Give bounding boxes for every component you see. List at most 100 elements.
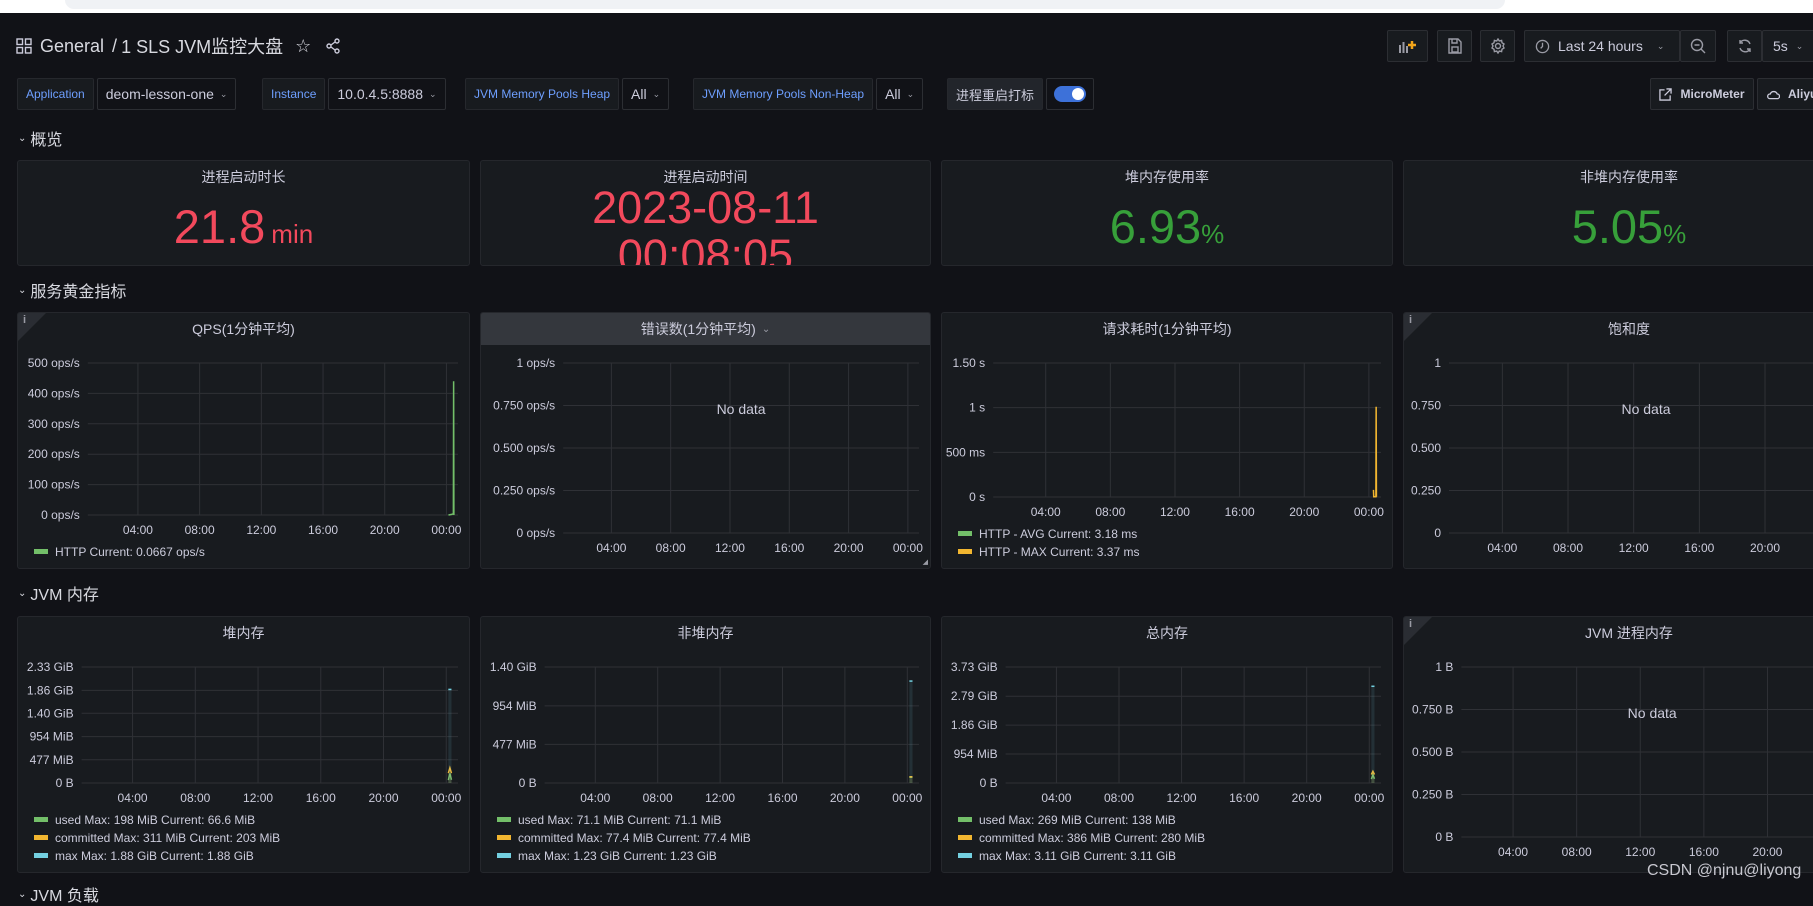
toggle-switch	[1054, 86, 1087, 102]
stat-number: 21.8	[173, 200, 266, 253]
watermark: CSDN @njnu@liyong	[1647, 862, 1802, 879]
stat-value: 5.05%	[1404, 199, 1813, 254]
x-tick-label: 12:00	[246, 523, 276, 537]
link-label: MicroMeter	[1680, 87, 1745, 101]
y-tick-label: 0.500	[1411, 441, 1441, 455]
resize-handle[interactable]: ◢	[923, 558, 928, 566]
time-range-label: Last 24 hours	[1558, 38, 1643, 54]
chevron-down-icon: ⌄	[1656, 40, 1665, 51]
share-icon[interactable]	[325, 38, 341, 54]
chevron-down-icon: ⌄	[18, 888, 27, 900]
star-icon[interactable]: ☆	[295, 36, 311, 57]
legend-label: HTTP - AVG Current: 3.18 ms	[979, 527, 1137, 541]
refresh-interval-label: 5s	[1773, 38, 1788, 54]
x-tick-label: 00:00	[1354, 505, 1384, 519]
legend-label: committed Max: 386 MiB Current: 280 MiB	[979, 831, 1205, 845]
x-tick-label: 16:00	[308, 523, 338, 537]
y-tick-label: 3.73 GiB	[951, 660, 998, 674]
row-jvm-load[interactable]: ⌄ JVM 负载	[18, 882, 99, 906]
stat-value-time: 00:08:05	[617, 230, 794, 266]
legend-label: HTTP - MAX Current: 3.37 ms	[979, 545, 1139, 559]
row-overview[interactable]: ⌄ 概览	[18, 126, 62, 150]
legend-swatch	[34, 817, 48, 822]
chart-panel[interactable]: 非堆内存 0 B 477 MiB 954 MiB 1.40 GiB 04:00 08:00 1…	[480, 616, 931, 873]
breadcrumb-folder[interactable]: General	[40, 36, 104, 57]
y-tick-label: 1 ops/s	[516, 356, 555, 370]
y-tick-label: 500 ops/s	[28, 356, 80, 370]
y-tick-label: 1.86 GiB	[951, 718, 998, 732]
legend-swatch	[34, 835, 48, 840]
y-tick-label: 954 MiB	[30, 730, 74, 744]
chart-panel[interactable]: 饱和度 i 0 0.250 0.500 0.750 1 04:00 08:00 12:00 16:0…	[1403, 312, 1813, 569]
cloud-icon	[1767, 90, 1780, 100]
y-tick-label: 0.250 B	[1412, 788, 1453, 802]
variable-label: Instance	[262, 78, 326, 110]
add-panel-icon	[1398, 41, 1416, 53]
y-tick-label: 1.40 GiB	[27, 706, 74, 720]
link-micrometer[interactable]: MicroMeter	[1650, 78, 1754, 110]
x-tick-label: 00:00	[892, 791, 922, 805]
refresh-interval-picker[interactable]: 5s ⌄	[1762, 30, 1813, 62]
x-tick-label: 20:00	[834, 541, 864, 555]
x-tick-label: 08:00	[1095, 505, 1125, 519]
browser-chrome	[0, 0, 1813, 13]
zoom-out-button[interactable]	[1680, 30, 1716, 62]
x-tick-label: 12:00	[715, 541, 745, 555]
x-tick-label: 08:00	[1553, 541, 1583, 555]
row-jvm-memory[interactable]: ⌄ JVM 内存	[18, 581, 99, 605]
variable-application: Application deom-lesson-one ⌄	[17, 78, 237, 110]
chart-panel[interactable]: 总内存 0 B 954 MiB 1.86 GiB 2.79 GiB 3.73 GiB 04:…	[941, 616, 1393, 873]
save-dashboard-button[interactable]	[1437, 30, 1472, 62]
row-golden-metrics[interactable]: ⌄ 服务黄金指标	[18, 278, 126, 302]
dashboard-settings-button[interactable]	[1480, 30, 1515, 62]
y-tick-label: 1.40 GiB	[490, 660, 537, 674]
dashboard-title: 1 SLS JVM监控大盘	[121, 37, 284, 57]
x-tick-label: 00:00	[431, 523, 461, 537]
legend-swatch	[34, 853, 48, 858]
dashboards-grid-icon	[16, 38, 32, 54]
y-tick-label: 1.50 s	[952, 356, 985, 370]
x-tick-label: 08:00	[180, 791, 210, 805]
y-tick-label: 0 B	[980, 776, 998, 790]
y-tick-label: 0.750	[1411, 399, 1441, 413]
y-tick-label: 2.79 GiB	[951, 689, 998, 703]
stat-panel-nonheap-usage: 非堆内存使用率 5.05%	[1403, 160, 1813, 266]
time-range-picker[interactable]: Last 24 hours ⌄	[1524, 30, 1680, 62]
restart-marker-toggle[interactable]	[1046, 78, 1095, 110]
y-tick-label: 477 MiB	[493, 737, 537, 751]
row-title: 服务黄金指标	[30, 284, 127, 301]
y-tick-label: 0 ops/s	[516, 526, 555, 540]
application-select[interactable]: deom-lesson-one ⌄	[96, 78, 237, 110]
legend-label: max Max: 3.11 GiB Current: 3.11 GiB	[979, 849, 1176, 863]
series-line	[1372, 406, 1378, 498]
x-tick-label: 12:00	[705, 791, 735, 805]
x-tick-label: 00:00	[431, 791, 461, 805]
chart-panel[interactable]: QPS(1分钟平均) i 0 ops/s 100 ops/s 200 ops/s 300 …	[17, 312, 470, 569]
legend-label: used Max: 269 MiB Current: 138 MiB	[979, 813, 1176, 827]
chart-panel[interactable]: 堆内存 0 B 477 MiB 954 MiB 1.40 GiB 1.86 GiB 2.33…	[17, 616, 470, 873]
y-tick-label: 0 ops/s	[41, 508, 80, 522]
x-tick-label: 16:00	[1684, 541, 1714, 555]
row-title: JVM 负载	[30, 888, 99, 905]
y-tick-label: 1 B	[1435, 660, 1453, 674]
nonheap-pools-select[interactable]: All ⌄	[876, 78, 924, 110]
stat-panel-start-time: 进程启动时间 2023-08-11 00:08:05	[480, 160, 931, 266]
add-panel-button[interactable]	[1387, 30, 1428, 62]
selected-value: deom-lesson-one	[105, 86, 214, 102]
x-tick-label: 04:00	[1498, 845, 1528, 859]
heap-pools-select[interactable]: All ⌄	[622, 78, 670, 110]
x-tick-label: 08:00	[1104, 791, 1134, 805]
chart-panel[interactable]: JVM 进程内存 i 0 B 0.250 B 0.500 B 0.750 B1 B 04:0…	[1403, 616, 1813, 873]
chart-panel[interactable]: 错误数(1分钟平均) ⌄ 0 ops/s 0.250 ops/s 0.500 ops/…	[480, 312, 931, 569]
zoom-out-icon	[1690, 38, 1706, 54]
refresh-button[interactable]	[1727, 30, 1762, 62]
stat-panel-uptime: 进程启动时长 21.8 min	[17, 160, 470, 266]
instance-select[interactable]: 10.0.4.5:8888 ⌄	[328, 78, 446, 110]
chart-panel[interactable]: 请求耗时(1分钟平均) 0 s 500 ms 1 s 1.50 s 04:00 08:00 1…	[941, 312, 1393, 569]
x-tick-label: 20:00	[368, 791, 398, 805]
x-tick-label: 00:00	[1354, 791, 1384, 805]
stat-unit: min	[271, 219, 314, 249]
chart-svg: 0 ops/s 100 ops/s 200 ops/s 300 ops/s 400 op…	[28, 356, 462, 559]
link-aliyun[interactable]: Aliyu	[1757, 78, 1813, 110]
breadcrumb-separator: /	[112, 35, 118, 56]
